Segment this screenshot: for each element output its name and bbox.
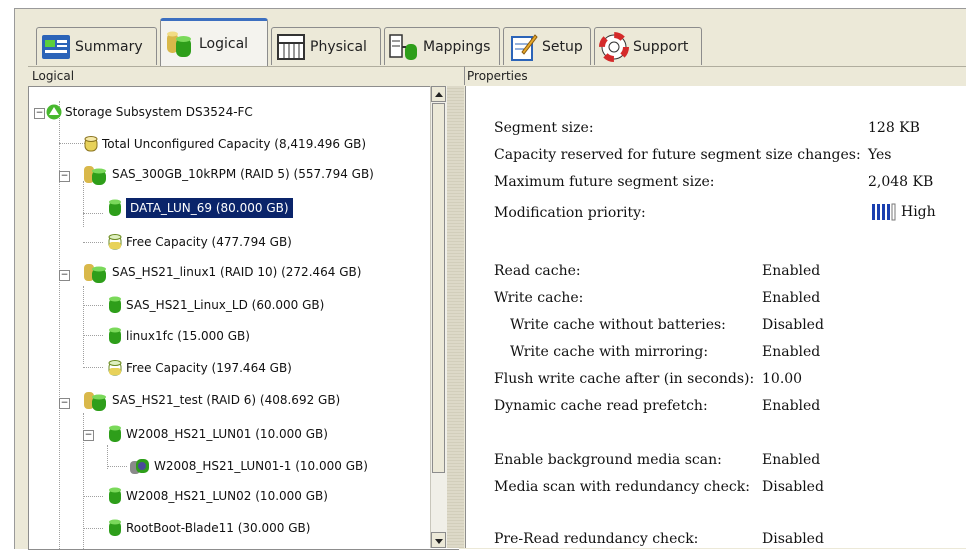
setup-icon: [508, 32, 538, 62]
prop-value: Yes: [868, 147, 892, 163]
collapse-toggle-array-1[interactable]: −: [59, 171, 70, 182]
tab-support[interactable]: Support: [594, 27, 702, 65]
tab-mappings[interactable]: Mappings: [384, 27, 500, 65]
tree-item-linux1fc[interactable]: linux1fc (15.000 GB): [107, 325, 250, 347]
tab-logical[interactable]: Logical: [160, 18, 268, 66]
prop-label: Write cache without batteries:: [510, 317, 726, 333]
prop-value: Enabled: [762, 344, 821, 360]
prop-value: Disabled: [762, 317, 824, 333]
tab-summary-label: Summary: [75, 38, 143, 55]
tab-mappings-label: Mappings: [423, 38, 491, 55]
prop-label: Write cache:: [494, 290, 584, 306]
logical-drive-icon: [107, 519, 123, 537]
tree-item-free-capacity-2[interactable]: Free Capacity (197.464 GB): [107, 357, 292, 379]
arrow-down-icon: [435, 539, 443, 544]
tree-item-data-lun-69[interactable]: DATA_LUN_69 (80.000 GB): [107, 197, 294, 219]
priority-bars-icon: [872, 203, 896, 221]
tab-physical[interactable]: Physical: [271, 27, 381, 65]
tree-item-rootboot-blade11[interactable]: RootBoot-Blade11 (30.000 GB): [107, 517, 310, 539]
tree-item-free-capacity-1[interactable]: Free Capacity (477.794 GB): [107, 231, 292, 253]
logical-drive-icon: [107, 425, 123, 443]
logical-drive-icon: [107, 199, 123, 217]
collapse-toggle-subsystem[interactable]: −: [34, 108, 45, 119]
collapse-toggle-array-2[interactable]: −: [59, 270, 70, 281]
tab-support-label: Support: [633, 38, 689, 55]
prop-label: Write cache with mirroring:: [510, 344, 709, 360]
free-capacity-icon: [107, 359, 123, 377]
array-icon: [83, 165, 109, 185]
logical-icon: [165, 29, 195, 59]
subsystem-icon: [46, 103, 62, 121]
logical-drive-icon: [107, 487, 123, 505]
prop-label: Dynamic cache read prefetch:: [494, 398, 708, 414]
properties-pane: Segment size: 128 KB Capacity reserved f…: [465, 86, 966, 548]
tab-logical-label: Logical: [199, 35, 249, 52]
logical-pane-header: Logical: [28, 66, 468, 85]
unconfigured-capacity-icon: [83, 135, 99, 153]
prop-label: Media scan with redundancy check:: [494, 479, 750, 495]
prop-label: Enable background media scan:: [494, 452, 722, 468]
tab-summary[interactable]: Summary: [36, 27, 157, 65]
tab-physical-label: Physical: [310, 38, 367, 55]
tree-item-array-sas-hs21-linux1[interactable]: SAS_HS21_linux1 (RAID 10) (272.464 GB): [83, 261, 361, 283]
prop-value: Disabled: [762, 531, 824, 547]
logical-pane-title: Logical: [32, 69, 75, 83]
logical-drive-icon: [107, 327, 123, 345]
tree-item-sas-hs21-linux-ld[interactable]: SAS_HS21_Linux_LD (60.000 GB): [107, 294, 324, 316]
flashcopy-icon: [129, 457, 151, 475]
prop-label: Capacity reserved for future segment siz…: [494, 147, 861, 163]
scroll-thumb[interactable]: [432, 103, 445, 473]
support-icon: [599, 31, 629, 62]
prop-value-priority: High: [872, 203, 936, 221]
pane-splitter[interactable]: [447, 86, 464, 548]
prop-value: Enabled: [762, 263, 821, 279]
prop-value: Enabled: [762, 290, 821, 306]
tab-setup-label: Setup: [542, 38, 583, 55]
collapse-toggle-lun01[interactable]: −: [83, 430, 94, 441]
scroll-up-button[interactable]: [431, 86, 446, 102]
prop-value: 10.00: [762, 371, 803, 387]
summary-icon: [41, 32, 71, 62]
tree-item-unconfigured-capacity[interactable]: Total Unconfigured Capacity (8,419.496 G…: [83, 133, 366, 155]
mappings-icon: [389, 32, 419, 62]
prop-label: Modification priority:: [494, 205, 646, 221]
physical-icon: [276, 32, 306, 62]
prop-label: Flush write cache after (in seconds):: [494, 371, 755, 387]
arrow-up-icon: [435, 92, 443, 97]
free-capacity-icon: [107, 233, 123, 251]
prop-value: Enabled: [762, 452, 821, 468]
prop-label: Read cache:: [494, 263, 581, 279]
tree-item-array-sas-300gb[interactable]: SAS_300GB_10kRPM (RAID 5) (557.794 GB): [83, 163, 374, 185]
tree-item-storage-subsystem[interactable]: Storage Subsystem DS3524-FC: [46, 101, 253, 123]
tree-item-w2008-lun01[interactable]: W2008_HS21_LUN01 (10.000 GB): [107, 423, 328, 445]
logical-drive-icon: [107, 296, 123, 314]
prop-label: Segment size:: [494, 120, 594, 136]
prop-value: Enabled: [762, 398, 821, 414]
collapse-toggle-array-3[interactable]: −: [59, 398, 70, 409]
tree-item-array-sas-hs21-test[interactable]: SAS_HS21_test (RAID 6) (408.692 GB): [83, 389, 340, 411]
prop-value: Disabled: [762, 479, 824, 495]
logical-tree[interactable]: − − − − − Storage Subsystem DS3524-FC To…: [28, 86, 459, 550]
properties-pane-title: Properties: [467, 69, 528, 83]
array-icon: [83, 263, 109, 283]
tab-setup[interactable]: Setup: [503, 27, 591, 65]
tree-item-w2008-lun01-1[interactable]: W2008_HS21_LUN01-1 (10.000 GB): [129, 455, 368, 477]
tree-item-w2008-lun02[interactable]: W2008_HS21_LUN02 (10.000 GB): [107, 485, 328, 507]
tree-scrollbar[interactable]: [430, 86, 447, 548]
prop-value: 128 KB: [868, 120, 920, 136]
prop-label: Pre-Read redundancy check:: [494, 531, 699, 547]
scroll-down-button[interactable]: [431, 532, 446, 548]
array-icon: [83, 391, 109, 411]
prop-label: Maximum future segment size:: [494, 174, 715, 190]
prop-value: 2,048 KB: [868, 174, 934, 190]
properties-pane-header: Properties: [464, 66, 966, 85]
